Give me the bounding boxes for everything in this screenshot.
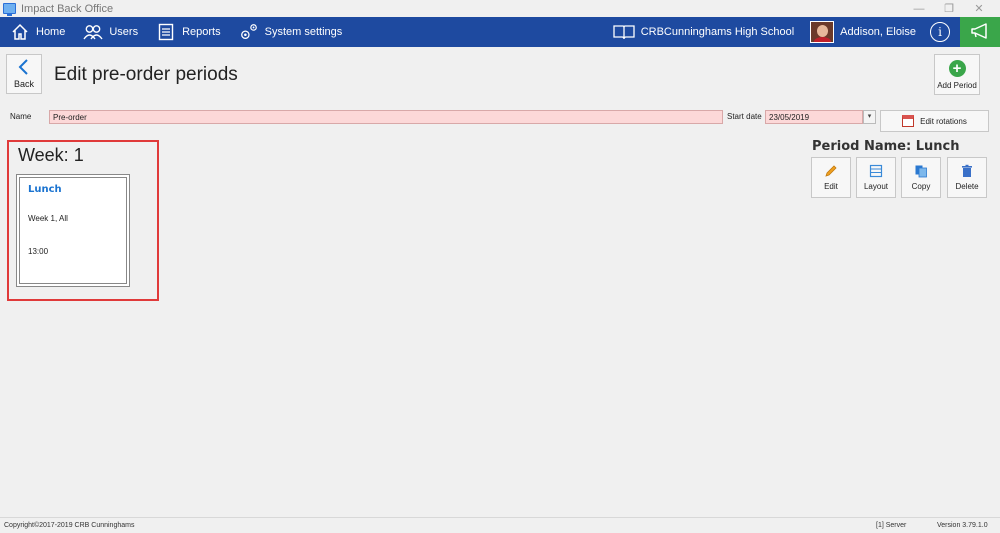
nav-home-label: Home [36,26,66,38]
name-label: Name [10,112,32,121]
period-card-week: Week 1, All [28,214,68,223]
megaphone-icon [969,22,991,43]
edit-rotations-label: Edit rotations [920,116,967,126]
nav-right-group: CRBCunninghams High School Addison, Eloi… [613,17,1000,47]
plus-icon: + [948,59,966,77]
copy-button[interactable]: Copy [901,157,941,198]
home-icon [10,22,30,42]
main-nav-bar: Home Users Reports System settings CRBCu… [0,17,1000,47]
week-title: Week: 1 [18,145,84,165]
info-button[interactable]: i [930,22,950,42]
users-icon [83,22,103,42]
edit-label: Edit [824,182,838,191]
chevron-down-icon: ▾ [867,113,872,120]
layout-button[interactable]: Layout [856,157,896,198]
period-card[interactable]: Lunch Week 1, All 13:00 [16,174,130,287]
layout-icon [869,164,883,178]
avatar [810,21,835,43]
delete-button[interactable]: Delete [947,157,987,198]
delete-label: Delete [955,182,979,191]
nav-reports[interactable]: Reports [146,17,229,47]
server-status: [1] Server [876,522,907,529]
user-name: Addison, Eloise [840,26,916,38]
start-date-input[interactable] [765,110,863,124]
school-selector[interactable]: CRBCunninghams High School [613,24,794,40]
version-text: Version 3.79.1.0 [937,522,988,529]
reports-icon [156,22,176,42]
calendar-icon [902,115,915,127]
period-name-title: Period Name: Lunch [812,139,960,154]
window-title: Impact Back Office [21,2,114,15]
back-label: Back [13,79,34,89]
start-date-dropdown-button[interactable]: ▾ [863,110,876,124]
back-button[interactable]: Back [6,54,42,94]
period-card-name: Lunch [28,184,62,195]
nav-system-settings-label: System settings [264,26,343,38]
minimize-button[interactable]: — [904,3,934,15]
window-controls: — ❐ ✕ [904,0,994,17]
pencil-icon [824,164,838,178]
info-icon: i [938,25,942,39]
add-period-label: Add Period [937,80,977,90]
copy-icon [914,164,928,178]
restore-button[interactable]: ❐ [934,2,964,15]
copy-label: Copy [911,182,931,191]
start-date-label: Start date [727,112,762,121]
school-name: CRBCunninghams High School [640,26,795,38]
copyright-text: Copyright©2017-2019 CRB Cunninghams [4,522,135,529]
status-bar: Copyright©2017-2019 CRB Cunninghams [1] … [0,517,1000,533]
nav-users-label: Users [109,26,139,38]
app-monitor-icon [3,3,16,16]
period-card-time: 13:00 [28,247,49,256]
period-card-body: Lunch Week 1, All 13:00 [19,177,127,284]
layout-label: Layout [863,182,889,191]
trash-icon [960,164,974,178]
nav-users[interactable]: Users [73,17,146,47]
name-input[interactable] [49,110,723,124]
nav-home[interactable]: Home [0,17,73,47]
edit-rotations-button[interactable]: Edit rotations [880,110,989,132]
nav-reports-label: Reports [182,26,221,38]
page-title: Edit pre-order periods [54,64,238,85]
announcement-button[interactable] [960,17,1000,47]
edit-button[interactable]: Edit [811,157,851,198]
close-button[interactable]: ✕ [964,2,994,15]
settings-icon [239,22,259,42]
user-menu[interactable]: Addison, Eloise [810,21,916,43]
nav-system-settings[interactable]: System settings [229,17,351,47]
add-period-button[interactable]: + Add Period [934,54,980,95]
window-title-bar: Impact Back Office — ❐ ✕ [0,0,1000,17]
chevron-left-icon [18,59,30,78]
school-book-icon [613,24,635,40]
